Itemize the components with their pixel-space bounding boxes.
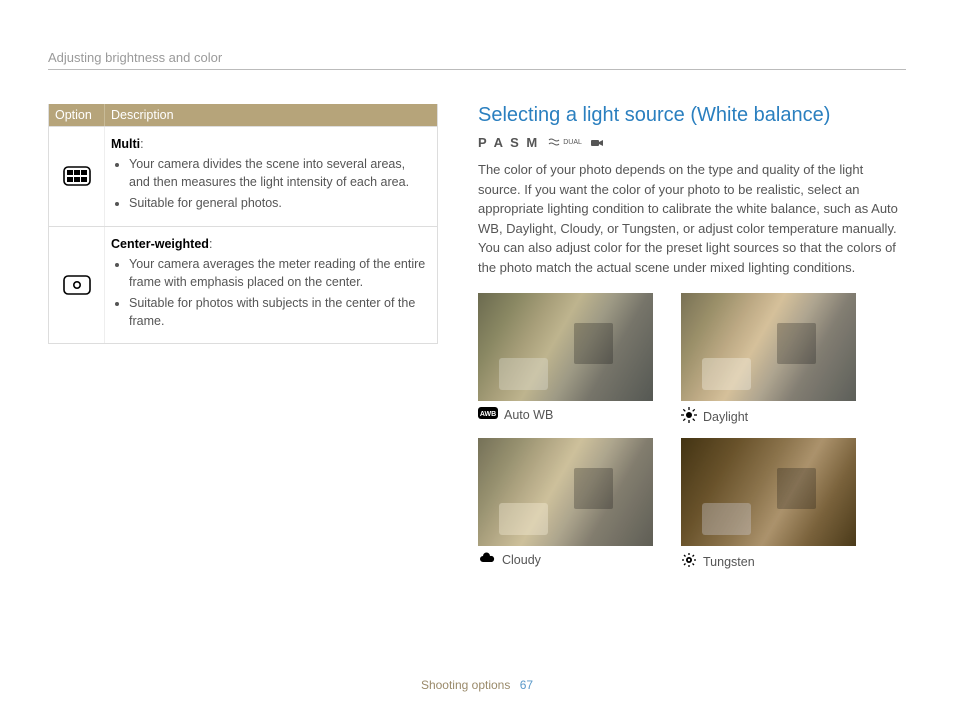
cloud-icon <box>478 552 496 567</box>
movie-icon <box>590 138 604 148</box>
table-header-option: Option <box>49 104 105 126</box>
awb-icon: AWB <box>478 407 498 422</box>
wb-label-text: Tungsten <box>703 555 755 569</box>
wb-label-text: Cloudy <box>502 553 541 567</box>
section-title: Adjusting brightness and color <box>48 50 906 70</box>
mode-name: Center-weighted <box>111 237 209 251</box>
wb-label-text: Daylight <box>703 410 748 424</box>
wb-sample-cloudy: Cloudy <box>478 438 653 571</box>
wb-sample-auto: AWB Auto WB <box>478 293 653 426</box>
white-balance-samples: AWB Auto WB Daylight <box>478 293 906 571</box>
bulb-icon <box>681 552 697 571</box>
dual-icon: DUAL <box>547 138 582 148</box>
mode-bullet: Your camera divides the scene into sever… <box>129 155 427 191</box>
mode-name: Multi <box>111 137 140 151</box>
metering-center-icon <box>49 227 105 344</box>
wb-sample-tungsten: Tungsten <box>681 438 856 571</box>
subsection-heading: Selecting a light source (White balance) <box>478 104 906 127</box>
page-number: 67 <box>520 678 533 692</box>
table-row: Center-weighted: Your camera averages th… <box>49 226 437 344</box>
table-header-description: Description <box>105 104 437 126</box>
table-row: Multi: Your camera divides the scene int… <box>49 126 437 226</box>
footer-chapter: Shooting options <box>421 678 510 692</box>
wb-sample-daylight: Daylight <box>681 293 856 426</box>
mode-bullet: Suitable for general photos. <box>129 194 427 212</box>
mode-dial-indicators: P A S M DUAL <box>478 135 906 150</box>
metering-table: Option Description <box>48 104 438 571</box>
mode-letters: P A S M <box>478 135 539 150</box>
wb-label-text: Auto WB <box>504 408 553 422</box>
mode-bullet: Your camera averages the meter reading o… <box>129 255 427 291</box>
metering-multi-icon <box>49 127 105 226</box>
page-footer: Shooting options 67 <box>0 678 954 692</box>
mode-bullet: Suitable for photos with subjects in the… <box>129 294 427 330</box>
body-paragraph: The color of your photo depends on the t… <box>478 160 906 277</box>
sun-icon <box>681 407 697 426</box>
svg-text:AWB: AWB <box>480 411 496 418</box>
